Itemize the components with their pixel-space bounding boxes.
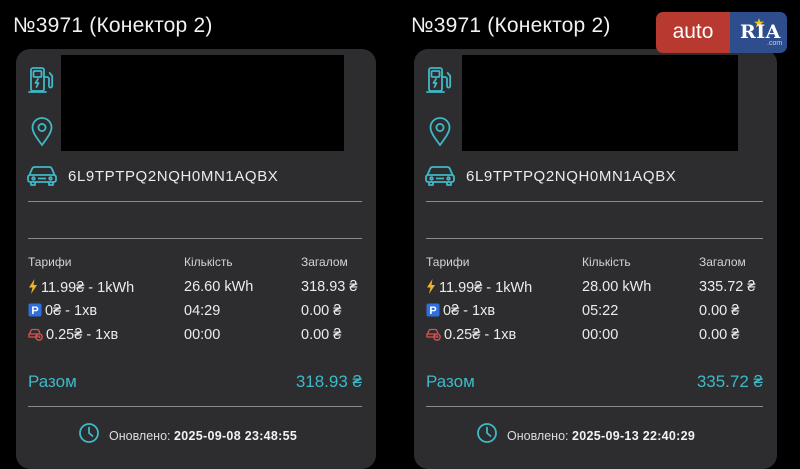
- tariff-cell: P 0₴ - 1хв: [28, 303, 97, 321]
- tariff-row-idle: 0.25₴ - 1хв 00:00 0.00 ₴: [16, 327, 376, 349]
- total-value: 0.00 ₴: [301, 327, 342, 343]
- divider: [28, 406, 362, 407]
- tariff-row-energy: 11.99₴ - 1kWh 28.00 kWh 335.72 ₴: [414, 279, 777, 301]
- tariff-row-parking: P 0₴ - 1хв 05:22 0.00 ₴: [414, 303, 777, 325]
- idle-car-icon: [426, 327, 441, 345]
- divider: [426, 201, 763, 202]
- divider: [28, 201, 362, 202]
- autoria-logo: auto RIA .com: [656, 12, 787, 53]
- divider: [426, 406, 763, 407]
- quantity-value: 05:22: [582, 303, 619, 319]
- total-value: 335.72 ₴: [699, 279, 756, 295]
- tariff-rate: 11.99₴ - 1kWh: [439, 280, 533, 296]
- session-card: 6L9TPTPQ2NQH0MN1AQBX Тарифи Кількість За…: [16, 49, 376, 469]
- tariff-rate: 0.25₴ - 1хв: [46, 327, 119, 343]
- redacted-station-info: [462, 55, 738, 151]
- total-value: 318.93 ₴: [301, 279, 358, 295]
- logo-com-text: .com: [767, 40, 783, 47]
- logo-ria-block: RIA .com: [730, 12, 787, 53]
- lightning-icon: [28, 279, 38, 298]
- header-quantity: Кількість: [184, 255, 233, 269]
- updated-label: Оновлено:: [507, 429, 569, 443]
- header-quantity: Кількість: [582, 255, 631, 269]
- quantity-value: 00:00: [184, 327, 221, 343]
- header-total: Загалом: [699, 255, 746, 269]
- divider: [28, 238, 362, 239]
- parking-icon: P: [28, 303, 42, 321]
- session-panel-left: №3971 (Конектор 2) 6L9TPTPQ2NQH0MN1AQBX …: [0, 0, 395, 469]
- lightning-icon: [426, 279, 436, 298]
- clock-icon: [476, 422, 498, 444]
- session-panel-right: №3971 (Конектор 2) 6L9TPTPQ2NQH0MN1AQBX …: [400, 0, 800, 469]
- svg-text:P: P: [31, 305, 38, 317]
- logo-auto-text: auto: [656, 12, 730, 53]
- car-icon: [424, 163, 456, 187]
- quantity-value: 28.00 kWh: [582, 279, 652, 295]
- sum-value: 335.72 ₴: [696, 372, 763, 391]
- location-pin-icon: [30, 117, 54, 147]
- tariff-rate: 11.99₴ - 1kWh: [41, 280, 135, 296]
- sum-label: Разом: [28, 372, 77, 391]
- tariff-cell: 0.25₴ - 1хв: [426, 327, 516, 345]
- header-tariffs: Тарифи: [426, 255, 470, 269]
- svg-text:P: P: [429, 305, 436, 317]
- idle-car-icon: [28, 327, 43, 345]
- tariff-rate: 0₴ - 1хв: [443, 303, 496, 319]
- charging-station-icon: [28, 65, 54, 95]
- vehicle-vin: 6L9TPTPQ2NQH0MN1AQBX: [68, 168, 279, 185]
- sum-label: Разом: [426, 372, 475, 391]
- sum-value: 318.93 ₴: [295, 372, 362, 391]
- tariff-cell: 11.99₴ - 1kWh: [28, 279, 134, 298]
- tariff-cell: P 0₴ - 1хв: [426, 303, 495, 321]
- tariff-rate: 0.25₴ - 1хв: [444, 327, 517, 343]
- parking-icon: P: [426, 303, 440, 321]
- session-card: 6L9TPTPQ2NQH0MN1AQBX Тарифи Кількість За…: [414, 49, 777, 469]
- vehicle-vin: 6L9TPTPQ2NQH0MN1AQBX: [466, 168, 677, 185]
- updated-timestamp: 2025-09-08 23:48:55: [174, 429, 298, 443]
- connector-title: №3971 (Конектор 2): [411, 14, 611, 37]
- tariff-rate: 0₴ - 1хв: [45, 303, 98, 319]
- quantity-value: 04:29: [184, 303, 221, 319]
- header-total: Загалом: [301, 255, 348, 269]
- tariff-cell: 11.99₴ - 1kWh: [426, 279, 532, 298]
- updated-timestamp: 2025-09-13 22:40:29: [572, 429, 696, 443]
- tariff-row-energy: 11.99₴ - 1kWh 26.60 kWh 318.93 ₴: [16, 279, 376, 301]
- clock-icon: [78, 422, 100, 444]
- charging-station-icon: [426, 65, 452, 95]
- total-value: 0.00 ₴: [301, 303, 342, 319]
- connector-title: №3971 (Конектор 2): [13, 14, 213, 37]
- tariff-row-idle: 0.25₴ - 1хв 00:00 0.00 ₴: [414, 327, 777, 349]
- quantity-value: 26.60 kWh: [184, 279, 254, 295]
- header-tariffs: Тарифи: [28, 255, 72, 269]
- total-value: 0.00 ₴: [699, 327, 740, 343]
- total-value: 0.00 ₴: [699, 303, 740, 319]
- redacted-station-info: [61, 55, 344, 151]
- tariff-cell: 0.25₴ - 1хв: [28, 327, 118, 345]
- quantity-value: 00:00: [582, 327, 619, 343]
- tariff-row-parking: P 0₴ - 1хв 04:29 0.00 ₴: [16, 303, 376, 325]
- divider: [426, 238, 763, 239]
- location-pin-icon: [428, 117, 452, 147]
- updated-label: Оновлено:: [109, 429, 171, 443]
- car-icon: [26, 163, 58, 187]
